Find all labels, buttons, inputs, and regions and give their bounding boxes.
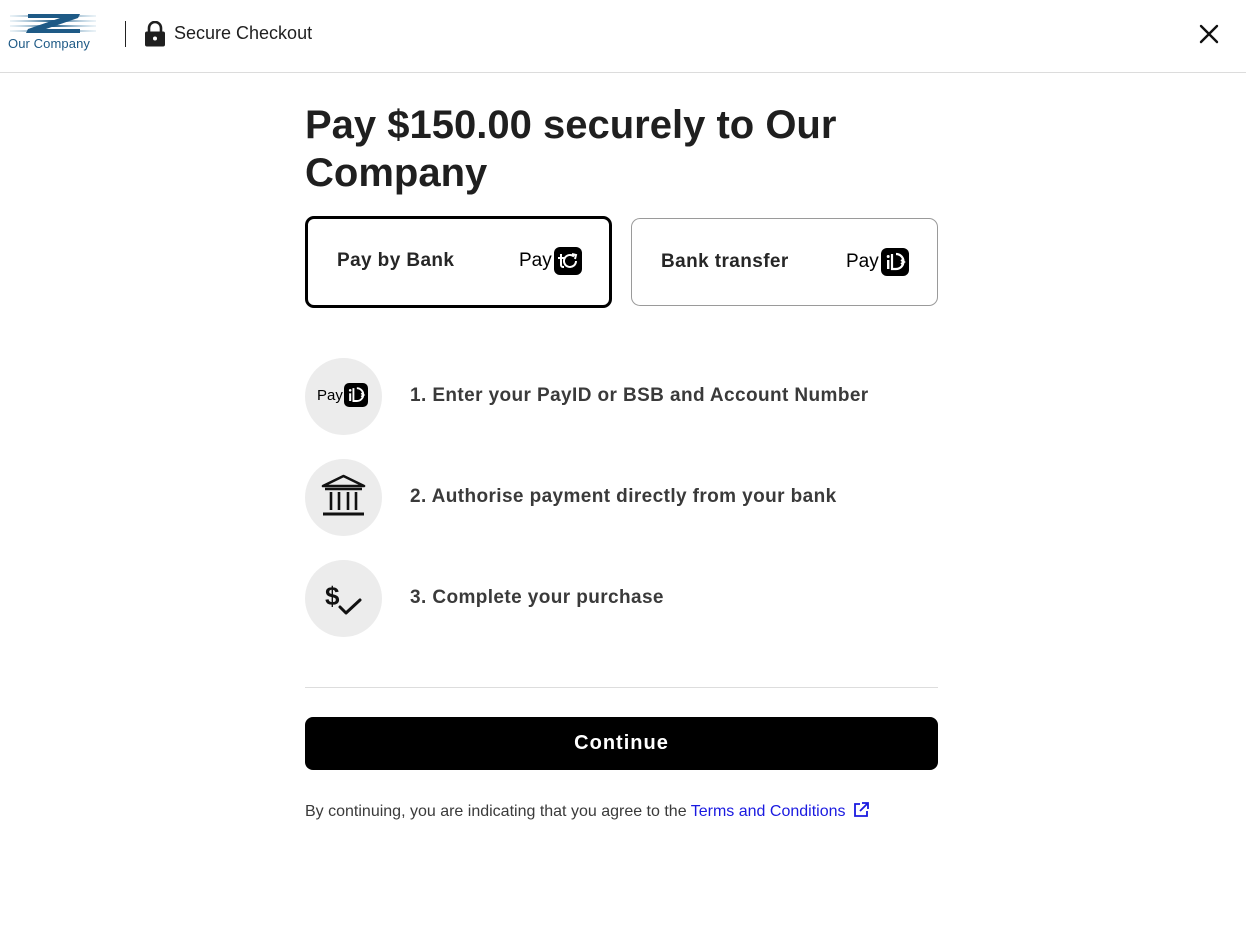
- bank-transfer-option[interactable]: Bank transfer Pay: [631, 218, 938, 306]
- terms-prefix: By continuing, you are indicating that y…: [305, 803, 691, 820]
- external-link-icon: [852, 801, 870, 824]
- bank-icon: [305, 459, 382, 536]
- payto-logo-word: Pay: [519, 250, 552, 271]
- company-logo-text: Our Company: [8, 36, 91, 51]
- svg-text:$: $: [325, 581, 340, 611]
- payto-logo: Pay: [519, 247, 582, 275]
- terms-link[interactable]: Terms and Conditions: [690, 802, 870, 820]
- lock-icon: [144, 20, 166, 47]
- method-label: Bank transfer: [661, 251, 789, 272]
- payid-logo-word: Pay: [846, 251, 879, 272]
- terms-notice: By continuing, you are indicating that y…: [305, 801, 870, 824]
- close-icon[interactable]: [1196, 21, 1222, 47]
- company-logo-mark: [10, 14, 96, 33]
- method-label: Pay by Bank: [337, 250, 455, 271]
- payid-badge-icon: [343, 383, 368, 407]
- pay-by-bank-option[interactable]: Pay by Bank Pay: [305, 216, 612, 308]
- section-divider: [305, 687, 938, 688]
- payid-logo-word: Pay: [317, 386, 343, 404]
- secure-checkout-title: Secure Checkout: [174, 23, 313, 43]
- company-logo: Our Company: [8, 12, 100, 54]
- terms-link-label: Terms and Conditions: [690, 803, 846, 820]
- step-text: 3. Complete your purchase: [410, 587, 664, 608]
- step-3: $ 3. Complete your purchase: [305, 560, 945, 637]
- header-divider: [125, 21, 126, 47]
- page-title: Pay $150.00 securely to Our Company: [305, 103, 837, 195]
- payto-badge-icon: [553, 247, 582, 275]
- continue-button[interactable]: Continue: [305, 717, 938, 770]
- step-2: 2. Authorise payment directly from your …: [305, 459, 945, 536]
- payid-logo: Pay: [846, 248, 909, 276]
- payid-badge-icon: [880, 248, 909, 276]
- checkout-header: Our Company Secure Checkout: [0, 0, 1246, 73]
- payid-logo: Pay: [305, 358, 382, 435]
- step-1: Pay 1. Enter your PayID or BSB and Accou…: [305, 358, 945, 435]
- step-text: 2. Authorise payment directly from your …: [410, 486, 837, 507]
- dollar-check-icon: $: [305, 560, 382, 637]
- step-text: 1. Enter your PayID or BSB and Account N…: [410, 385, 869, 406]
